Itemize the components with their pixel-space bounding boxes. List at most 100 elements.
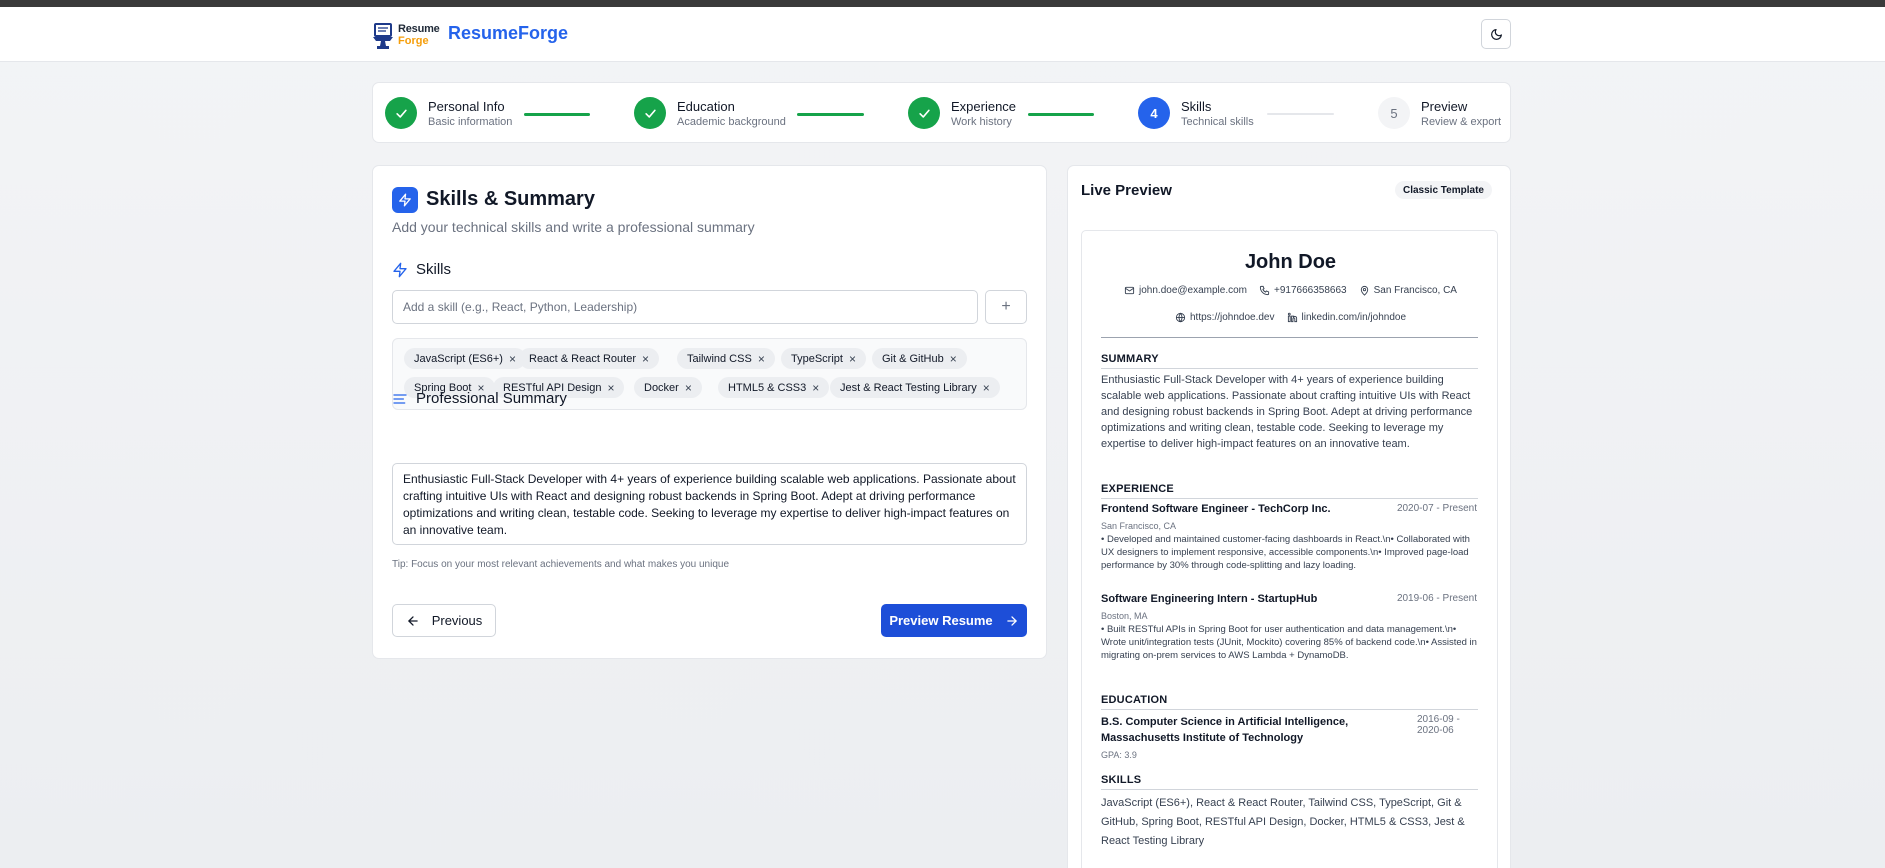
education-section-title: EDUCATION bbox=[1101, 694, 1168, 706]
previous-button[interactable]: Previous bbox=[392, 604, 496, 637]
remove-skill-icon[interactable]: × bbox=[758, 353, 765, 365]
job-dates: 2019-06 - Present bbox=[1396, 593, 1477, 604]
preview-resume-button-label: Preview Resume bbox=[889, 613, 993, 628]
skill-chip: Tailwind CSS × bbox=[677, 348, 775, 369]
skill-chip-label: Git & GitHub bbox=[882, 352, 944, 365]
step-connector bbox=[524, 113, 590, 116]
arrow-left-icon bbox=[407, 615, 418, 626]
job-description: • Developed and maintained customer-faci… bbox=[1101, 534, 1470, 571]
step-number-badge: 4 bbox=[1138, 97, 1170, 129]
job-location: Boston, MA bbox=[1101, 611, 1148, 621]
brand-name[interactable]: ResumeForge bbox=[448, 23, 568, 44]
summary-heading-label: Professional Summary bbox=[416, 390, 567, 407]
step-connector bbox=[1028, 113, 1094, 116]
check-icon bbox=[395, 109, 407, 118]
skill-chip-label: Tailwind CSS bbox=[687, 352, 752, 365]
skill-chip: Docker × bbox=[634, 377, 702, 398]
step-connector bbox=[1267, 113, 1334, 115]
app-header: Resume Forge ResumeForge bbox=[0, 7, 1885, 62]
remove-skill-icon[interactable]: × bbox=[812, 382, 819, 394]
step-connector bbox=[797, 113, 864, 116]
template-badge[interactable]: Classic Template bbox=[1395, 181, 1492, 199]
form-subtitle: Add your technical skills and write a pr… bbox=[392, 219, 755, 235]
section-divider bbox=[1101, 498, 1478, 499]
lightning-title-badge bbox=[392, 187, 418, 213]
skill-chip: HTML5 & CSS3 × bbox=[718, 377, 830, 398]
linkedin-icon bbox=[1287, 312, 1297, 323]
job-dates: 2020-07 - Present bbox=[1396, 503, 1477, 514]
skill-chip-label: JavaScript (ES6+) bbox=[414, 352, 503, 365]
check-icon bbox=[918, 109, 930, 118]
section-divider bbox=[1101, 368, 1478, 369]
skills-text: JavaScript (ES6+), React & React Router,… bbox=[1101, 797, 1465, 847]
skill-input[interactable] bbox=[392, 290, 978, 324]
add-skill-button[interactable]: + bbox=[985, 290, 1027, 324]
check-icon bbox=[644, 109, 656, 118]
plus-icon: + bbox=[1001, 298, 1011, 315]
lightning-icon bbox=[393, 262, 407, 277]
progress-stepper: Personal Info Basic information Educatio… bbox=[372, 82, 1511, 143]
remove-skill-icon[interactable]: × bbox=[509, 353, 516, 365]
step-title: Education bbox=[677, 99, 735, 114]
step-done-badge bbox=[634, 97, 666, 129]
browser-top-strip bbox=[0, 0, 1885, 7]
remove-skill-icon[interactable]: × bbox=[642, 353, 649, 365]
skills-heading: Skills bbox=[392, 261, 451, 278]
step-subtitle: Technical skills bbox=[1181, 116, 1254, 128]
contact-location-text: San Francisco, CA bbox=[1373, 285, 1457, 296]
degree-title: B.S. Computer Science in Artificial Inte… bbox=[1101, 716, 1349, 744]
logo[interactable]: Resume Forge bbox=[373, 20, 441, 54]
education-start-date: 2016-09 - bbox=[1417, 714, 1460, 725]
summary-textarea[interactable]: Enthusiastic Full-Stack Developer with 4… bbox=[392, 463, 1027, 545]
contact-email: john.doe@example.com bbox=[1124, 285, 1247, 296]
remove-skill-icon[interactable]: × bbox=[950, 353, 957, 365]
step-subtitle: Basic information bbox=[428, 116, 513, 128]
skills-section-title: SKILLS bbox=[1101, 774, 1142, 786]
theme-toggle-button[interactable] bbox=[1481, 19, 1511, 49]
step-title: Experience bbox=[951, 99, 1017, 114]
logo-text-forge: Forge bbox=[398, 35, 429, 47]
lightning-icon bbox=[399, 193, 411, 207]
skill-chip-label: Jest & React Testing Library bbox=[840, 381, 977, 394]
skills-heading-label: Skills bbox=[416, 261, 452, 278]
remove-skill-icon[interactable]: × bbox=[685, 382, 692, 394]
contact-linkedin: linkedin.com/in/johndoe bbox=[1287, 312, 1407, 323]
job-location: San Francisco, CA bbox=[1101, 521, 1177, 531]
skill-chip: TypeScript × bbox=[781, 348, 866, 369]
contact-phone-text: +917666358663 bbox=[1274, 285, 1347, 296]
resume-name: John Doe bbox=[1244, 251, 1337, 273]
contact-linkedin-text: linkedin.com/in/johndoe bbox=[1301, 312, 1407, 323]
skill-chip-label: React & React Router bbox=[529, 352, 636, 365]
text-lines-icon bbox=[393, 393, 407, 404]
summary-text: Enthusiastic Full-Stack Developer with 4… bbox=[1101, 374, 1473, 450]
resume-preview-page: John Doe john.doe@example.com +917666358… bbox=[1081, 230, 1498, 868]
step-title: Personal Info bbox=[428, 99, 505, 114]
anvil-logo-icon bbox=[373, 23, 393, 49]
skill-chip: Jest & React Testing Library × bbox=[830, 377, 1000, 398]
education-end-date: 2020-06 bbox=[1417, 725, 1454, 736]
skill-chip-label: Docker bbox=[644, 381, 679, 394]
summary-tip: Tip: Focus on your most relevant achieve… bbox=[392, 559, 730, 570]
phone-icon bbox=[1259, 285, 1270, 296]
job-title: Frontend Software Engineer - TechCorp In… bbox=[1101, 503, 1331, 515]
education-gpa: GPA: 3.9 bbox=[1101, 750, 1137, 760]
skills-form-card: Skills & Summary Add your technical skil… bbox=[372, 165, 1047, 659]
skill-chip: JavaScript (ES6+) × bbox=[404, 348, 526, 369]
remove-skill-icon[interactable]: × bbox=[607, 382, 614, 394]
moon-icon bbox=[1490, 28, 1502, 40]
skill-chip-label: HTML5 & CSS3 bbox=[728, 381, 807, 394]
step-title: Skills bbox=[1181, 99, 1212, 114]
contact-row-1: john.doe@example.com +917666358663 San F… bbox=[1082, 285, 1499, 296]
remove-skill-icon[interactable]: × bbox=[983, 382, 990, 394]
skill-chip: React & React Router × bbox=[519, 348, 660, 369]
job-description: • Built RESTful APIs in Spring Boot for … bbox=[1101, 624, 1477, 661]
step-subtitle: Work history bbox=[951, 116, 1012, 128]
preview-resume-button[interactable]: Preview Resume bbox=[881, 604, 1027, 637]
contact-email-text: john.doe@example.com bbox=[1139, 285, 1248, 296]
logo-text-resume: Resume bbox=[398, 23, 440, 35]
remove-skill-icon[interactable]: × bbox=[849, 353, 856, 365]
live-preview-card: Live Preview Classic Template John Doe j… bbox=[1067, 165, 1511, 868]
live-preview-title: Live Preview bbox=[1081, 182, 1172, 199]
experience-section-title: EXPERIENCE bbox=[1101, 483, 1174, 495]
arrow-right-icon bbox=[1006, 615, 1017, 626]
